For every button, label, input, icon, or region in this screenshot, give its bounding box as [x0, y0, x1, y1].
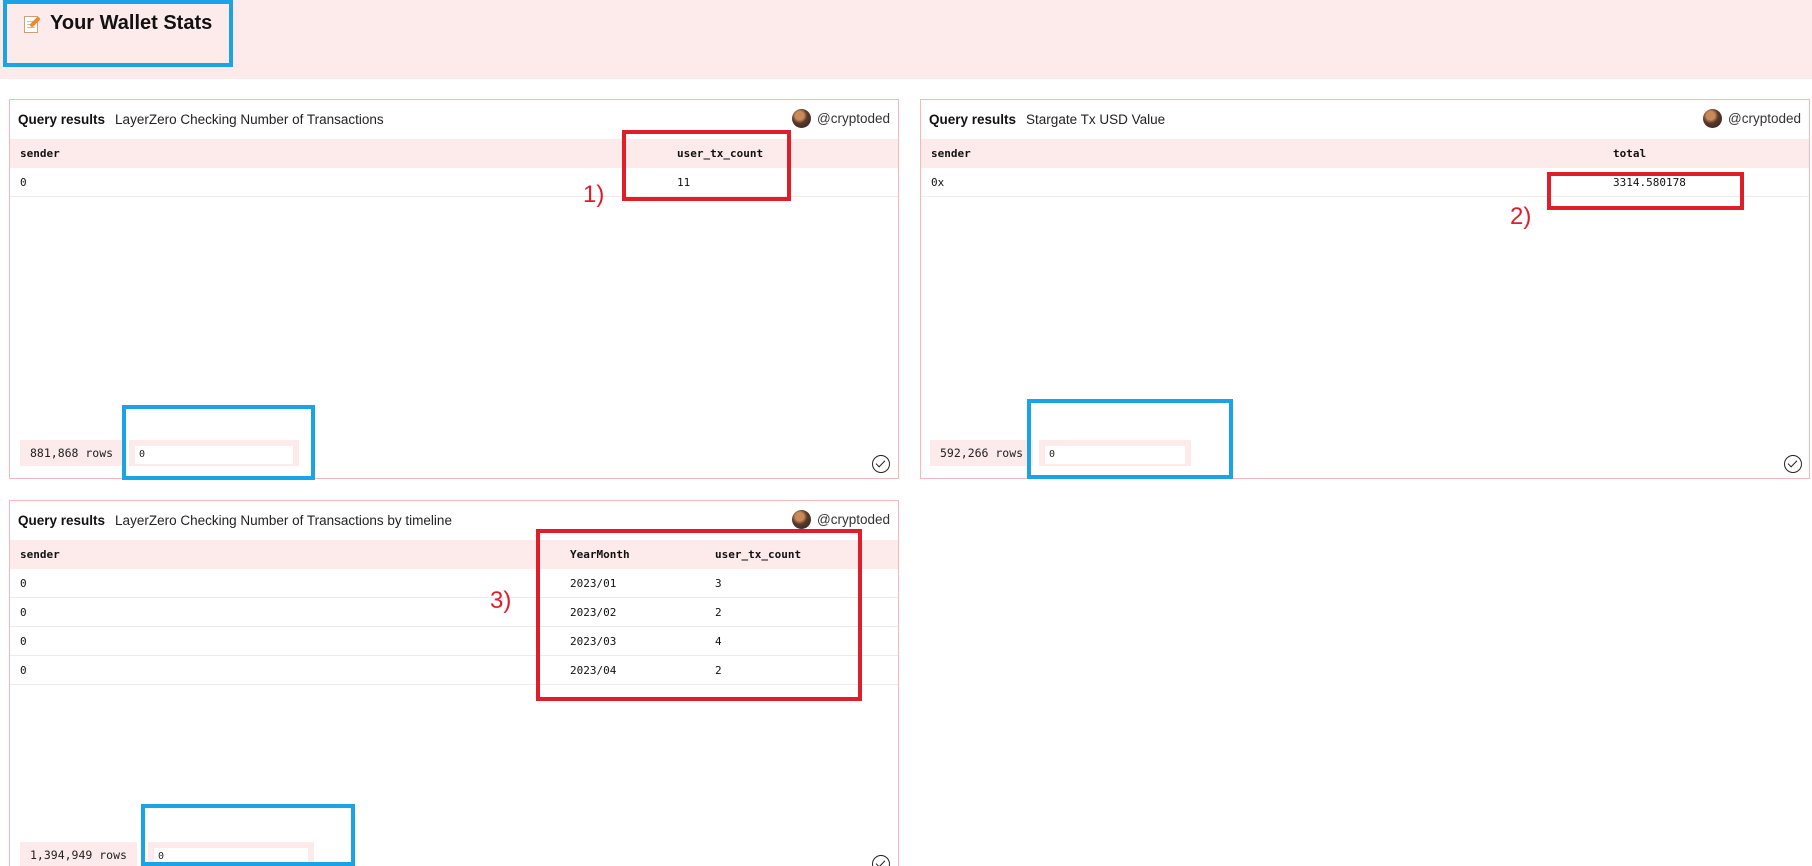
panel-header: Query results Stargate Tx USD Value: [921, 100, 1809, 138]
cell-yearmonth: 2023/03: [570, 635, 617, 648]
query-panel-stargate-usd: Query results Stargate Tx USD Value @cry…: [920, 99, 1810, 479]
author-name: @cryptoded: [1728, 111, 1801, 126]
page-title-text: Your Wallet Stats: [50, 12, 213, 34]
query-results-label: Query results: [18, 512, 106, 528]
memo-icon: [22, 14, 42, 34]
query-name-link[interactable]: LayerZero Checking Number of Transaction…: [115, 112, 384, 127]
column-header-sender[interactable]: sender: [931, 139, 971, 168]
author-link[interactable]: @cryptoded: [792, 109, 890, 128]
column-header-sender[interactable]: sender: [20, 139, 60, 168]
avatar: [792, 510, 811, 529]
row-count: 881,868 rows: [20, 440, 124, 466]
author-name: @cryptoded: [817, 512, 890, 527]
search-input[interactable]: [1045, 445, 1185, 464]
table-row: 0 2023/01 3: [10, 569, 898, 598]
header-band: [0, 0, 1812, 79]
cell-sender: 0: [20, 606, 27, 619]
cell-total: 3314.580178: [1613, 176, 1686, 189]
cell-user-tx-count: 2: [715, 664, 722, 677]
annotation-mark-2: 2): [1510, 203, 1532, 230]
check-circle-icon: [1784, 455, 1802, 473]
row-count: 592,266 rows: [930, 440, 1034, 466]
author-name: @cryptoded: [817, 111, 890, 126]
table-row: 0x 3314.580178: [921, 168, 1809, 197]
cell-user-tx-count: 4: [715, 635, 722, 648]
column-header-user-tx-count[interactable]: user_tx_count: [677, 139, 763, 168]
check-circle-icon: [872, 455, 890, 473]
query-name-link[interactable]: LayerZero Checking Number of Transaction…: [115, 513, 452, 528]
avatar: [792, 109, 811, 128]
panel-header: Query results LayerZero Checking Number …: [10, 100, 898, 138]
author-link[interactable]: @cryptoded: [792, 510, 890, 529]
cell-user-tx-count: 2: [715, 606, 722, 619]
column-header-sender[interactable]: sender: [20, 540, 60, 569]
cell-user-tx-count: 11: [677, 176, 691, 189]
cell-yearmonth: 2023/02: [570, 606, 617, 619]
page-title: Your Wallet Stats: [22, 12, 212, 35]
check-circle-icon: [872, 855, 890, 866]
column-header-yearmonth[interactable]: YearMonth: [570, 540, 630, 569]
search-box: [129, 440, 299, 466]
cell-sender: 0: [20, 577, 27, 590]
search-input[interactable]: [154, 847, 308, 866]
query-panel-tx-count: Query results LayerZero Checking Number …: [9, 99, 899, 479]
cell-sender: 0x: [931, 176, 945, 189]
cell-yearmonth: 2023/04: [570, 664, 617, 677]
panel-header: Query results LayerZero Checking Number …: [10, 501, 898, 539]
cell-sender: 0: [20, 176, 27, 189]
cell-user-tx-count: 3: [715, 577, 722, 590]
author-link[interactable]: @cryptoded: [1703, 109, 1801, 128]
table-row: 0 11: [10, 168, 898, 197]
column-header-total[interactable]: total: [1613, 139, 1646, 168]
cell-yearmonth: 2023/01: [570, 577, 617, 590]
search-input[interactable]: [135, 445, 293, 464]
row-count: 1,394,949 rows: [20, 842, 137, 866]
query-name-link[interactable]: Stargate Tx USD Value: [1026, 112, 1165, 127]
query-panel-tx-timeline: Query results LayerZero Checking Number …: [9, 500, 899, 866]
annotation-mark-3: 3): [490, 587, 512, 614]
query-results-label: Query results: [929, 111, 1017, 127]
table-row: 0 2023/04 2: [10, 656, 898, 685]
table-header-row: sender user_tx_count: [10, 139, 898, 168]
table-header-row: sender total: [921, 139, 1809, 168]
table-header-row: sender YearMonth user_tx_count: [10, 540, 898, 569]
cell-sender: 0: [20, 664, 27, 677]
table-row: 0 2023/02 2: [10, 598, 898, 627]
search-box: [148, 842, 314, 866]
avatar: [1703, 109, 1722, 128]
search-box: [1039, 440, 1191, 466]
column-header-user-tx-count[interactable]: user_tx_count: [715, 540, 801, 569]
annotation-mark-1: 1): [583, 181, 605, 208]
cell-sender: 0: [20, 635, 27, 648]
table-row: 0 2023/03 4: [10, 627, 898, 656]
query-results-label: Query results: [18, 111, 106, 127]
